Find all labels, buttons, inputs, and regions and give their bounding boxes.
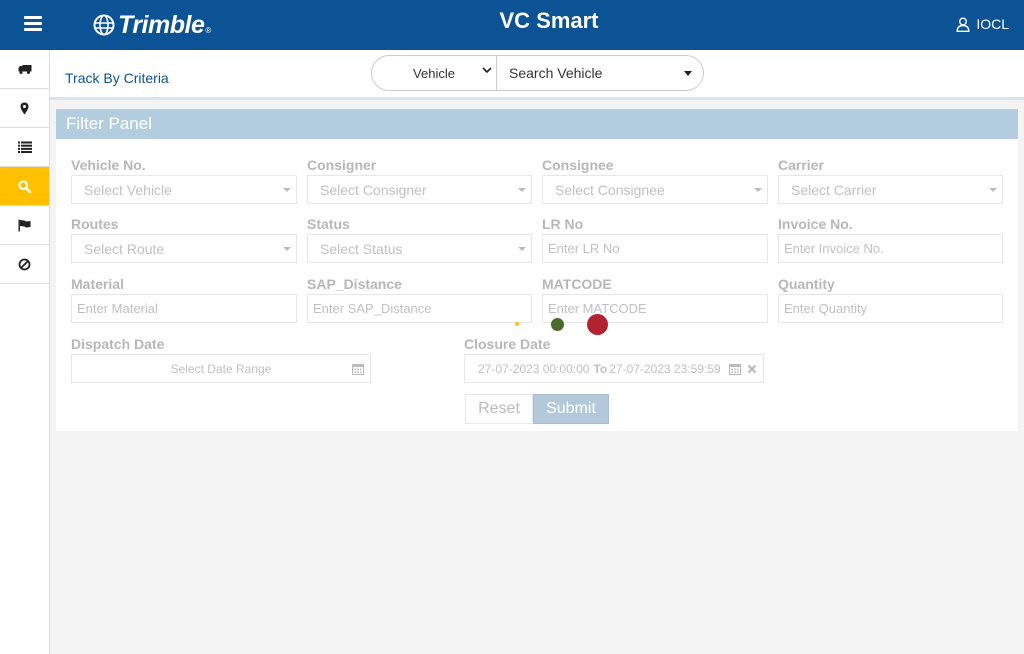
closure-date-to: 27-07-2023 23:59:59 <box>609 361 721 376</box>
caret-down-icon <box>754 188 762 192</box>
caret-down-icon <box>283 188 291 192</box>
carrier-select[interactable]: Select Carrier <box>778 175 1003 204</box>
sidebar-nav <box>0 50 50 654</box>
search-icon <box>18 179 31 193</box>
sidebar-item-flags[interactable] <box>0 206 49 245</box>
caret-down-icon <box>989 188 997 192</box>
closure-date-to-word: To <box>593 361 608 376</box>
status-placeholder: Select Status <box>320 240 403 257</box>
dispatch-date-range-picker[interactable]: Select Date Range <box>71 354 371 383</box>
search-type-value: Vehicle <box>413 65 455 81</box>
caret-down-icon <box>283 247 291 251</box>
sidebar-item-list[interactable] <box>0 128 49 167</box>
dispatch-date-label: Dispatch Date <box>71 336 165 352</box>
calendar-icon <box>352 364 364 375</box>
invoice-no-placeholder: Enter Invoice No. <box>784 241 884 256</box>
app-title: VC Smart <box>499 8 599 33</box>
matcode-label: MATCODE <box>542 276 612 292</box>
closure-date-range-picker[interactable]: 27-07-2023 00:00:00 To 27-07-2023 23:59:… <box>464 354 764 383</box>
consigner-label: Consigner <box>307 157 377 173</box>
material-label: Material <box>71 276 124 292</box>
sap-distance-input[interactable]: Enter SAP_Distance <box>307 294 532 323</box>
closure-date-from: 27-07-2023 00:00:00 <box>478 361 590 376</box>
status-select[interactable]: Select Status <box>307 234 532 263</box>
filter-panel-title: Filter Panel <box>56 109 1018 139</box>
closure-date-label: Closure Date <box>464 336 551 352</box>
quantity-placeholder: Enter Quantity <box>784 301 868 316</box>
caret-down-icon <box>518 247 526 251</box>
vehicle-no-label: Vehicle No. <box>71 157 146 173</box>
matcode-input[interactable]: Enter MATCODE <box>542 294 768 323</box>
list-icon <box>17 141 32 153</box>
status-label: Status <box>307 216 350 232</box>
flag-icon <box>18 219 31 231</box>
caret-down-icon <box>684 71 692 76</box>
lr-no-placeholder: Enter LR No <box>548 241 620 256</box>
search-type-select[interactable]: Vehicle <box>372 56 497 90</box>
calendar-icon[interactable] <box>729 363 741 375</box>
lr-no-label: LR No <box>542 216 584 232</box>
submit-button[interactable]: Submit <box>533 394 609 424</box>
sidebar-item-location[interactable] <box>0 89 49 128</box>
consigner-placeholder: Select Consigner <box>320 181 427 198</box>
loader-dot-small <box>515 322 519 326</box>
routes-placeholder: Select Route <box>84 240 165 257</box>
loader-dot-medium <box>551 318 564 331</box>
routes-select[interactable]: Select Route <box>71 234 297 263</box>
chevron-down-icon <box>482 67 492 74</box>
consignee-select[interactable]: Select Consignee <box>542 175 768 204</box>
app-header: Trimble ® VC Smart IOCL <box>0 0 1024 50</box>
track-by-criteria-link[interactable]: Track By Criteria <box>65 70 169 86</box>
user-icon <box>956 17 970 32</box>
invoice-no-input[interactable]: Enter Invoice No. <box>778 234 1003 263</box>
lr-no-input[interactable]: Enter LR No <box>542 234 768 263</box>
sidebar-item-search[interactable] <box>0 167 49 206</box>
reset-button[interactable]: Reset <box>465 394 533 424</box>
sap-distance-label: SAP_Distance <box>307 276 402 292</box>
search-vehicle-dropdown[interactable]: Search Vehicle <box>497 56 703 90</box>
sidebar-item-blocked[interactable] <box>0 245 49 284</box>
map-marker-icon <box>20 102 29 114</box>
vehicle-no-select[interactable]: Select Vehicle <box>71 175 297 204</box>
user-menu[interactable]: IOCL <box>956 16 1009 32</box>
vehicle-no-placeholder: Select Vehicle <box>84 181 172 198</box>
caret-down-icon <box>518 188 526 192</box>
consigner-select[interactable]: Select Consigner <box>307 175 532 204</box>
search-vehicle-placeholder: Search Vehicle <box>509 65 603 81</box>
consignee-placeholder: Select Consignee <box>555 181 665 198</box>
routes-label: Routes <box>71 216 119 232</box>
user-name: IOCL <box>976 16 1009 32</box>
dispatch-date-placeholder: Select Date Range <box>170 361 272 376</box>
loader-dot-large <box>587 314 608 335</box>
carrier-label: Carrier <box>778 157 824 173</box>
sidebar-item-vehicles[interactable] <box>0 50 49 89</box>
carrier-placeholder: Select Carrier <box>791 181 877 198</box>
material-placeholder: Enter Material <box>77 301 158 316</box>
clear-icon[interactable] <box>747 364 757 374</box>
consignee-label: Consignee <box>542 157 614 173</box>
quantity-label: Quantity <box>778 276 835 292</box>
filter-panel: Filter Panel Vehicle No. Select Vehicle … <box>56 109 1018 431</box>
invoice-no-label: Invoice No. <box>778 216 853 232</box>
quantity-input[interactable]: Enter Quantity <box>778 294 1003 323</box>
truck-icon <box>18 64 31 74</box>
material-input[interactable]: Enter Material <box>71 294 297 323</box>
search-bar: Track By Criteria Vehicle Search Vehicle <box>50 50 1024 100</box>
ban-icon <box>18 258 31 270</box>
vehicle-search-group: Vehicle Search Vehicle <box>371 55 704 91</box>
sap-distance-placeholder: Enter SAP_Distance <box>313 301 432 316</box>
